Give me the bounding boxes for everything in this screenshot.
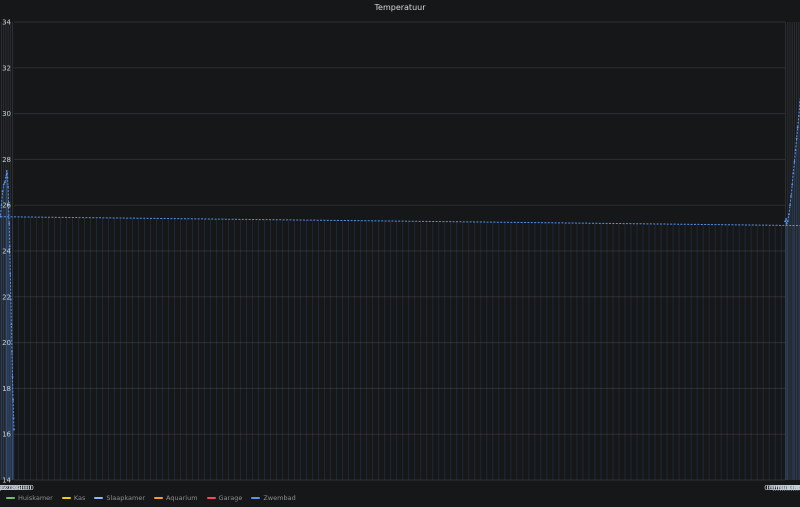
data-point[interactable] <box>793 160 796 163</box>
legend-swatch <box>61 497 71 499</box>
temperature-chart[interactable]: 1416182022242628303234 05/31 12:0005/31 … <box>0 0 800 507</box>
data-point[interactable] <box>6 176 9 179</box>
data-point[interactable] <box>11 350 13 353</box>
legend-label: Kas <box>73 494 86 502</box>
data-point[interactable] <box>13 428 15 431</box>
legend-item-kas[interactable]: Kas <box>61 494 86 502</box>
y-tick-label: 26 <box>2 202 11 210</box>
grid <box>0 21 800 481</box>
data-point[interactable] <box>9 273 12 275</box>
y-tick-label: 28 <box>2 156 11 164</box>
data-point[interactable] <box>785 222 788 225</box>
series-layer <box>0 95 800 431</box>
y-tick-label: 20 <box>2 339 11 347</box>
data-point[interactable] <box>785 218 788 220</box>
data-point[interactable] <box>6 172 8 175</box>
data-point[interactable] <box>1 190 4 193</box>
sample-lines <box>0 102 800 480</box>
data-point[interactable] <box>10 323 13 326</box>
data-point[interactable] <box>12 398 14 401</box>
legend: Huiskamer Kas Slaapkamer Aquarium Garage Zwem… <box>6 492 296 504</box>
legend-item-huiskamer[interactable]: Huiskamer <box>6 494 53 502</box>
data-point[interactable] <box>786 220 789 223</box>
data-point[interactable] <box>792 172 795 175</box>
y-tick-label: 32 <box>2 64 11 72</box>
legend-swatch <box>154 497 164 499</box>
x-tick-label: 06/02 10:00 <box>764 484 800 492</box>
legend-label: Zwembad <box>263 494 296 502</box>
legend-swatch <box>94 497 104 499</box>
legend-label: Aquarium <box>166 494 198 502</box>
data-point[interactable] <box>5 169 8 172</box>
data-point[interactable] <box>7 185 9 188</box>
data-point[interactable] <box>11 376 14 378</box>
data-point[interactable] <box>3 181 6 184</box>
y-tick-label: 24 <box>2 248 11 256</box>
legend-swatch <box>6 497 15 499</box>
legend-item-zwembad[interactable]: Zwembad <box>251 494 296 502</box>
legend-swatch <box>251 497 261 499</box>
x-axis: 05/31 12:0005/31 14:0005/31 16:0005/31 1… <box>0 484 800 492</box>
data-point[interactable] <box>796 126 799 129</box>
data-point[interactable] <box>2 183 5 186</box>
x-tick-label: 05/31 22:00 <box>0 484 23 492</box>
panel-title: Temperatuur <box>374 3 426 12</box>
data-point[interactable] <box>790 195 792 197</box>
data-point[interactable] <box>8 222 11 225</box>
y-tick-label: 16 <box>2 431 11 439</box>
y-tick-label: 18 <box>2 385 11 393</box>
data-point[interactable] <box>4 176 7 179</box>
data-point[interactable] <box>797 114 800 117</box>
data-point[interactable] <box>787 213 790 216</box>
graph-panel: 1416182022242628303234 05/31 12:0005/31 … <box>0 0 800 507</box>
y-tick-label: 34 <box>2 19 11 27</box>
legend-item-aquarium[interactable]: Aquarium <box>154 494 198 502</box>
legend-item-slaapkamer[interactable]: Slaapkamer <box>94 494 145 502</box>
data-point[interactable] <box>795 137 798 140</box>
legend-label: Huiskamer <box>18 494 53 502</box>
legend-swatch <box>206 497 216 499</box>
y-tick-label: 30 <box>2 110 11 118</box>
legend-label: Garage <box>218 494 243 502</box>
data-point[interactable] <box>789 204 791 207</box>
data-point[interactable] <box>794 149 797 152</box>
y-tick-label: 22 <box>2 293 11 301</box>
data-point[interactable] <box>791 183 794 186</box>
legend-label: Slaapkamer <box>106 494 146 502</box>
data-point[interactable] <box>784 220 786 223</box>
legend-item-garage[interactable]: Garage <box>206 494 243 502</box>
data-point[interactable] <box>5 174 8 177</box>
data-point[interactable] <box>12 417 15 420</box>
